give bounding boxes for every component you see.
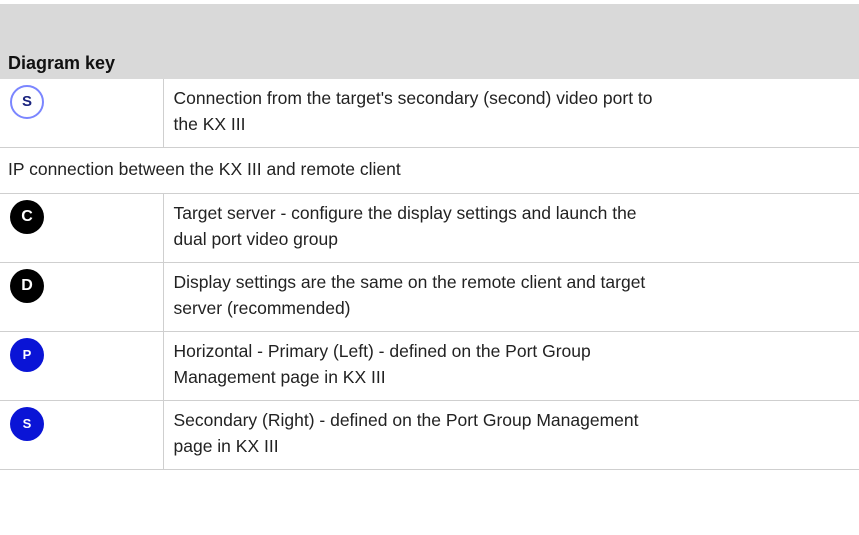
table-row: C Target server - configure the display … xyxy=(0,193,859,263)
description-line: Display settings are the same on the rem… xyxy=(173,272,646,292)
description-cell: IP connection between the KX III and rem… xyxy=(0,147,859,194)
description-cell: Display settings are the same on the rem… xyxy=(163,262,859,332)
description-cell: Secondary (Right) - defined on the Port … xyxy=(163,400,859,470)
description-line: dual port video group xyxy=(173,229,338,249)
description-line: Target server - configure the display se… xyxy=(173,203,637,223)
description-line: Connection from the target's secondary (… xyxy=(173,88,653,108)
description-line: Horizontal - Primary (Left) - defined on… xyxy=(173,341,591,361)
icon-cell: S xyxy=(0,79,164,148)
table-row: P Horizontal - Primary (Left) - defined … xyxy=(0,331,859,401)
icon-cell: C xyxy=(0,193,164,263)
description-line: page in KX III xyxy=(173,436,279,456)
table-heading: Diagram key xyxy=(0,4,859,79)
description-line: the KX III xyxy=(173,114,246,134)
table-row: S Connection from the target's secondary… xyxy=(0,79,859,148)
p-blue-circle-icon: P xyxy=(10,338,44,372)
table-row: S Secondary (Right) - defined on the Por… xyxy=(0,400,859,470)
icon-cell: P xyxy=(0,331,164,401)
c-black-circle-icon: C xyxy=(10,200,44,234)
s-blue-circle-icon: S xyxy=(10,407,44,441)
d-black-circle-icon: D xyxy=(10,269,44,303)
table-row: D Display settings are the same on the r… xyxy=(0,262,859,332)
description-cell: Target server - configure the display se… xyxy=(163,193,859,263)
table-header-row: Diagram key xyxy=(0,4,859,79)
diagram-key-table: Diagram key S Connection from the target… xyxy=(0,4,859,470)
s-outline-circle-icon: S xyxy=(10,85,44,119)
description-cell: Horizontal - Primary (Left) - defined on… xyxy=(163,331,859,401)
description-line: server (recommended) xyxy=(173,298,351,318)
description-line: Secondary (Right) - defined on the Port … xyxy=(173,410,639,430)
description-cell: Connection from the target's secondary (… xyxy=(163,79,859,148)
icon-cell: S xyxy=(0,400,164,470)
table-row: IP connection between the KX III and rem… xyxy=(0,147,859,194)
description-line: Management page in KX III xyxy=(173,367,386,387)
icon-cell: D xyxy=(0,262,164,332)
